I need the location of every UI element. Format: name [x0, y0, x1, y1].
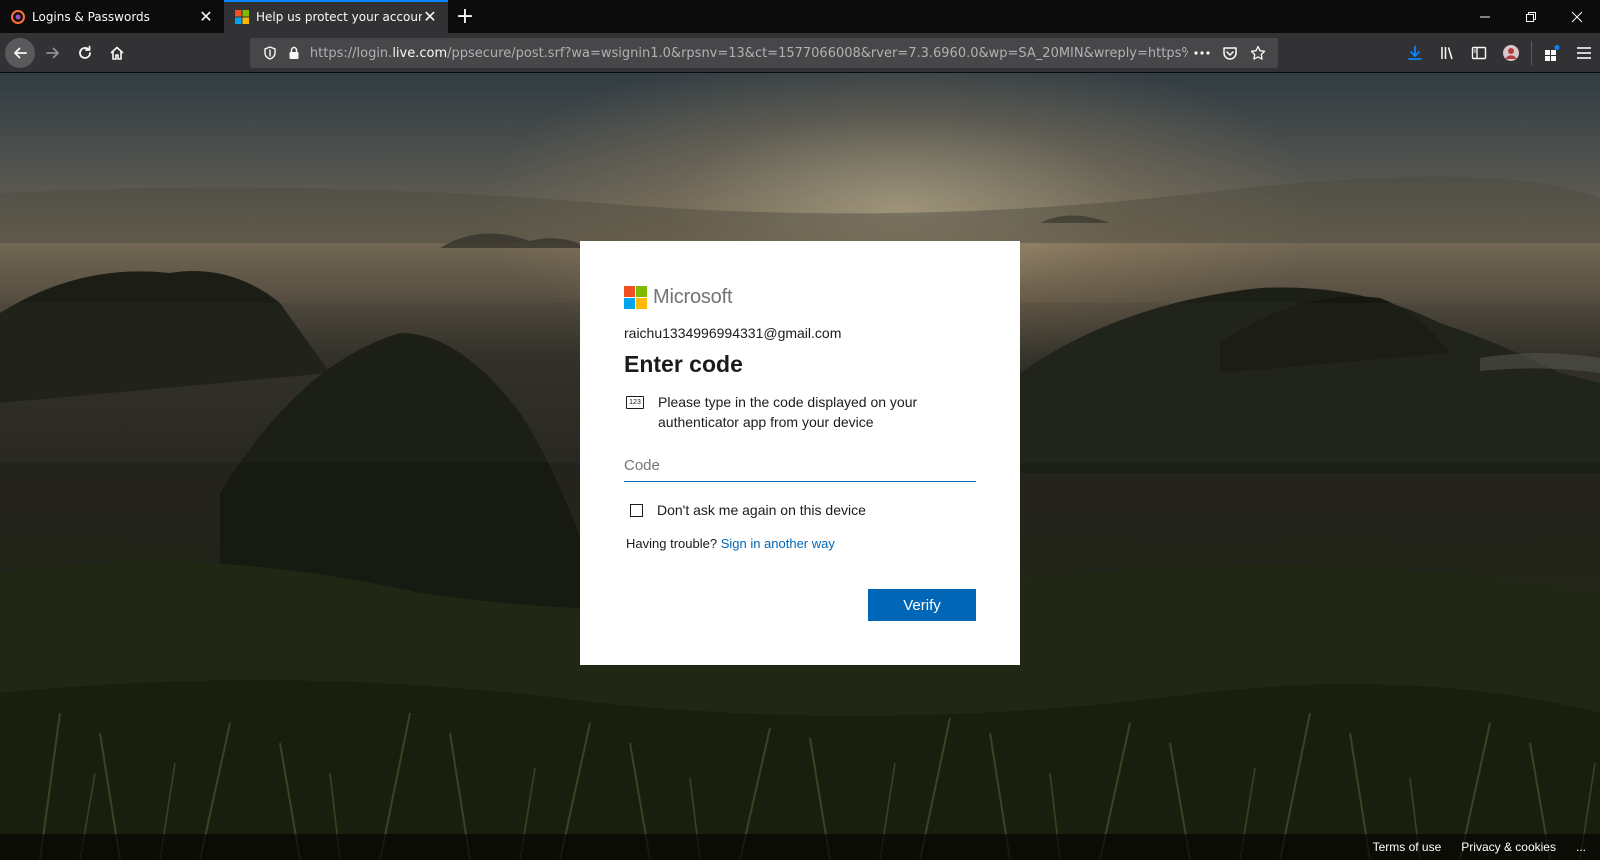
code-input[interactable]: [624, 448, 976, 482]
new-tab-button[interactable]: +: [448, 0, 482, 33]
pocket-icon[interactable]: [1216, 37, 1244, 69]
hint-line-2: authenticator app from your device: [658, 414, 874, 430]
navigation-toolbar: https://login.live.com/ppsecure/post.srf…: [0, 33, 1600, 73]
url-prefix: https://login.: [309, 45, 393, 61]
tab-logins-passwords[interactable]: Logins & Passwords ✕: [0, 0, 224, 33]
account-identity: raichu1334996994331@gmail.com: [624, 325, 842, 341]
microsoft-logo-icon: [624, 285, 647, 309]
url-domain: live.com: [392, 45, 448, 61]
remember-device-label: Don't ask me again on this device: [657, 502, 866, 518]
lock-favicon-icon: [10, 9, 26, 25]
back-arrow-icon[interactable]: [5, 37, 35, 68]
close-tab-icon[interactable]: ✕: [198, 8, 214, 25]
numeric-code-icon: 123: [626, 396, 644, 409]
bookmark-star-icon[interactable]: [1244, 37, 1272, 69]
sidebar-icon[interactable]: [1463, 37, 1495, 69]
url-path: /ppsecure/post.srf?wa=wsignin1.0&rpsnv=1…: [447, 45, 1189, 61]
window-controls: [1462, 0, 1600, 33]
url-text[interactable]: https://login.live.com/ppsecure/post.srf…: [310, 46, 1188, 61]
trouble-text: Having trouble?: [626, 536, 718, 551]
page-footer: Terms of use Privacy & cookies ...: [0, 834, 1600, 860]
trouble-row: Having trouble? Sign in another way: [624, 536, 976, 551]
home-icon[interactable]: [101, 37, 133, 69]
tab-help-protect-account[interactable]: Help us protect your account ✕: [224, 0, 448, 33]
page-title: Enter code: [624, 351, 743, 377]
hint-line-1: Please type in the code displayed on you…: [658, 394, 918, 410]
tracking-shield-icon[interactable]: [258, 46, 282, 60]
url-bar[interactable]: https://login.live.com/ppsecure/post.srf…: [250, 38, 1278, 68]
download-icon[interactable]: [1399, 37, 1431, 69]
microsoft-logo: Microsoft: [624, 285, 976, 309]
terms-of-use-link[interactable]: Terms of use: [1373, 840, 1442, 854]
library-icon[interactable]: [1431, 37, 1463, 69]
close-window-icon[interactable]: [1554, 0, 1600, 33]
account-avatar-icon[interactable]: [1495, 37, 1527, 69]
microsoft-favicon-icon: [234, 9, 250, 25]
verify-button[interactable]: Verify: [868, 589, 976, 621]
remember-device-row[interactable]: Don't ask me again on this device: [624, 502, 976, 518]
remember-device-checkbox[interactable]: [630, 503, 643, 517]
page-actions-ellipsis-icon[interactable]: [1188, 37, 1216, 69]
tab-title: Logins & Passwords: [32, 9, 150, 24]
microsoft-wordmark: Microsoft: [653, 285, 733, 308]
code-hint: 123 Please type in the code displayed on…: [624, 392, 976, 432]
reload-icon[interactable]: [69, 37, 101, 69]
minimize-icon[interactable]: [1462, 0, 1508, 33]
restore-icon[interactable]: [1508, 0, 1554, 33]
more-options-ellipsis[interactable]: ...: [1576, 840, 1586, 854]
toolbar-separator: [1531, 41, 1532, 65]
tab-strip: Logins & Passwords ✕ Help us protect you…: [0, 0, 1600, 33]
sign-in-another-way-link[interactable]: Sign in another way: [721, 536, 835, 551]
extensions-icon[interactable]: [1536, 37, 1568, 69]
privacy-cookies-link[interactable]: Privacy & cookies: [1461, 840, 1556, 854]
hint-text: Please type in the code displayed on you…: [658, 392, 917, 432]
signin-card: Microsoft raichu1334996994331@gmail.com …: [580, 241, 1020, 665]
padlock-icon[interactable]: [282, 46, 306, 60]
forward-arrow-icon[interactable]: [37, 37, 69, 69]
close-tab-icon[interactable]: ✕: [422, 8, 438, 25]
tab-title: Help us protect your account: [256, 9, 422, 24]
hamburger-menu-icon[interactable]: [1568, 37, 1600, 69]
